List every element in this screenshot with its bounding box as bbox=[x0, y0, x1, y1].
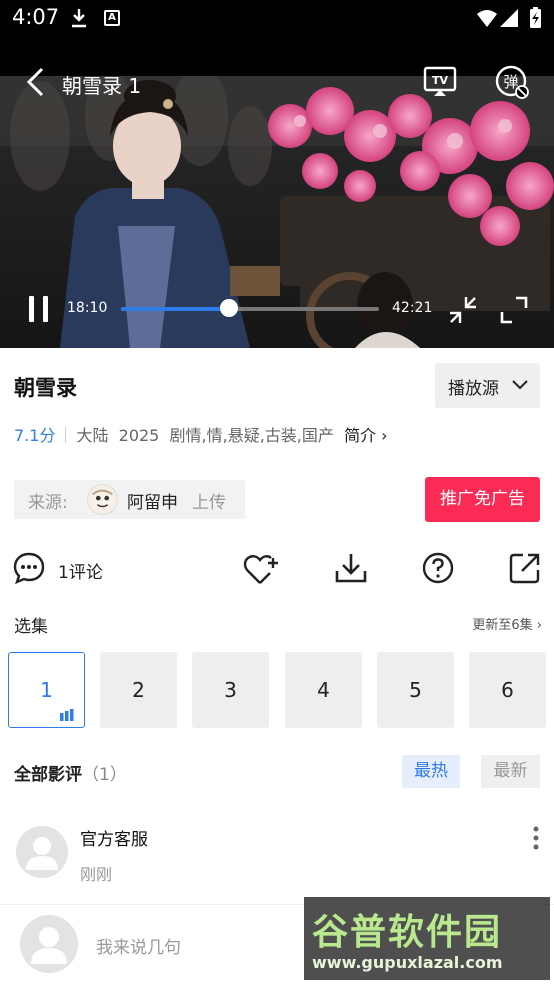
comment-author-avatar[interactable] bbox=[16, 826, 68, 878]
reviews-count: （1） bbox=[82, 765, 127, 785]
episode-tile[interactable]: 6 bbox=[469, 652, 546, 728]
reviews-title: 全部影评 bbox=[14, 765, 82, 785]
rating-score: 7.1分 bbox=[14, 426, 56, 445]
episodes-update-link[interactable]: 更新至6集 › bbox=[472, 614, 542, 633]
episode-number: 2 bbox=[132, 678, 145, 702]
episode-number: 4 bbox=[317, 678, 330, 702]
uploader-name: 阿留申 bbox=[127, 493, 178, 513]
promo-ad-free-button[interactable]: 推广免广告 bbox=[425, 477, 540, 522]
drama-meta: 7.1分 大陆 2025 剧情,情,悬疑,古装,国产 简介 › bbox=[14, 422, 388, 446]
total-time: 42:21 bbox=[392, 300, 433, 316]
meta-divider bbox=[65, 427, 67, 443]
genres: 剧情,情,悬疑,古装,国产 bbox=[169, 426, 334, 445]
status-time: 4:07 bbox=[12, 5, 60, 29]
episode-tile[interactable]: 2 bbox=[100, 652, 177, 728]
episode-tile[interactable]: 3 bbox=[192, 652, 269, 728]
region: 大陆 bbox=[76, 426, 109, 445]
download-status-icon bbox=[72, 9, 86, 28]
chevron-down-icon bbox=[512, 380, 528, 390]
comment-time: 刚刚 bbox=[80, 865, 113, 884]
year: 2025 bbox=[118, 426, 160, 445]
more-vertical-icon[interactable] bbox=[532, 826, 540, 850]
episodes-header: 选集 bbox=[14, 617, 48, 637]
comment-input[interactable]: 我来说几句 bbox=[96, 933, 181, 958]
help-icon[interactable] bbox=[421, 551, 455, 585]
uploader-label: 来源: bbox=[28, 493, 68, 513]
episode-number: 3 bbox=[224, 678, 237, 702]
favorite-add-icon[interactable] bbox=[243, 551, 281, 587]
watermark-title: 谷普软件园 bbox=[312, 912, 503, 953]
reviews-header: 全部影评（1） bbox=[14, 760, 127, 785]
exit-fullscreen-icon[interactable] bbox=[448, 295, 478, 325]
episode-number: 5 bbox=[409, 678, 422, 702]
watermark: 谷普软件园 www.gupuxlazal.com bbox=[304, 897, 550, 980]
tv-cast-icon[interactable]: TV bbox=[423, 66, 457, 98]
drama-title: 朝雪录 bbox=[14, 376, 77, 400]
svg-text:TV: TV bbox=[432, 74, 449, 87]
comment-count[interactable]: 1评论 bbox=[58, 558, 103, 583]
now-playing-icon bbox=[60, 709, 74, 721]
danmaku-toggle-icon[interactable]: 弹 bbox=[494, 64, 530, 100]
comment-icon[interactable] bbox=[12, 551, 46, 585]
video-title: 朝雪录 1 bbox=[62, 74, 142, 98]
sort-hot-button[interactable]: 最热 bbox=[402, 755, 460, 788]
pause-icon[interactable] bbox=[26, 294, 52, 324]
current-time: 18:10 bbox=[67, 300, 108, 316]
sort-new-button[interactable]: 最新 bbox=[481, 755, 540, 788]
fullscreen-icon[interactable] bbox=[499, 295, 529, 325]
video-player[interactable]: 朝雪录 1 TV 弹 18:10 42:21 bbox=[0, 36, 554, 348]
episode-tile[interactable]: 5 bbox=[377, 652, 454, 728]
my-avatar bbox=[20, 915, 78, 973]
back-arrow-icon[interactable] bbox=[24, 66, 46, 98]
progress-fill bbox=[121, 307, 230, 311]
download-icon[interactable] bbox=[334, 551, 368, 585]
progress-track[interactable] bbox=[121, 307, 379, 311]
status-bar: 4:07 A bbox=[0, 0, 554, 36]
uploader-avatar bbox=[87, 484, 118, 515]
episode-number: 1 bbox=[40, 678, 53, 702]
episode-tile[interactable]: 1 bbox=[8, 652, 85, 728]
intro-link[interactable]: 简介 › bbox=[344, 426, 388, 445]
episode-tile[interactable]: 4 bbox=[285, 652, 362, 728]
default-user-icon bbox=[31, 927, 67, 964]
watermark-url: www.gupuxlazal.com bbox=[312, 953, 503, 972]
uploader-tag[interactable]: 来源: 阿留申 上传 bbox=[14, 480, 245, 519]
play-source-label: 播放源 bbox=[448, 379, 499, 399]
default-user-icon bbox=[26, 837, 58, 870]
upload-label: 上传 bbox=[192, 493, 226, 513]
app-notification-icon: A bbox=[104, 10, 120, 26]
share-icon[interactable] bbox=[508, 551, 542, 585]
system-status-icons bbox=[477, 7, 541, 28]
comment-author-name[interactable]: 官方客服 bbox=[80, 825, 148, 850]
play-source-button[interactable]: 播放源 bbox=[435, 363, 540, 408]
episode-number: 6 bbox=[501, 678, 514, 702]
